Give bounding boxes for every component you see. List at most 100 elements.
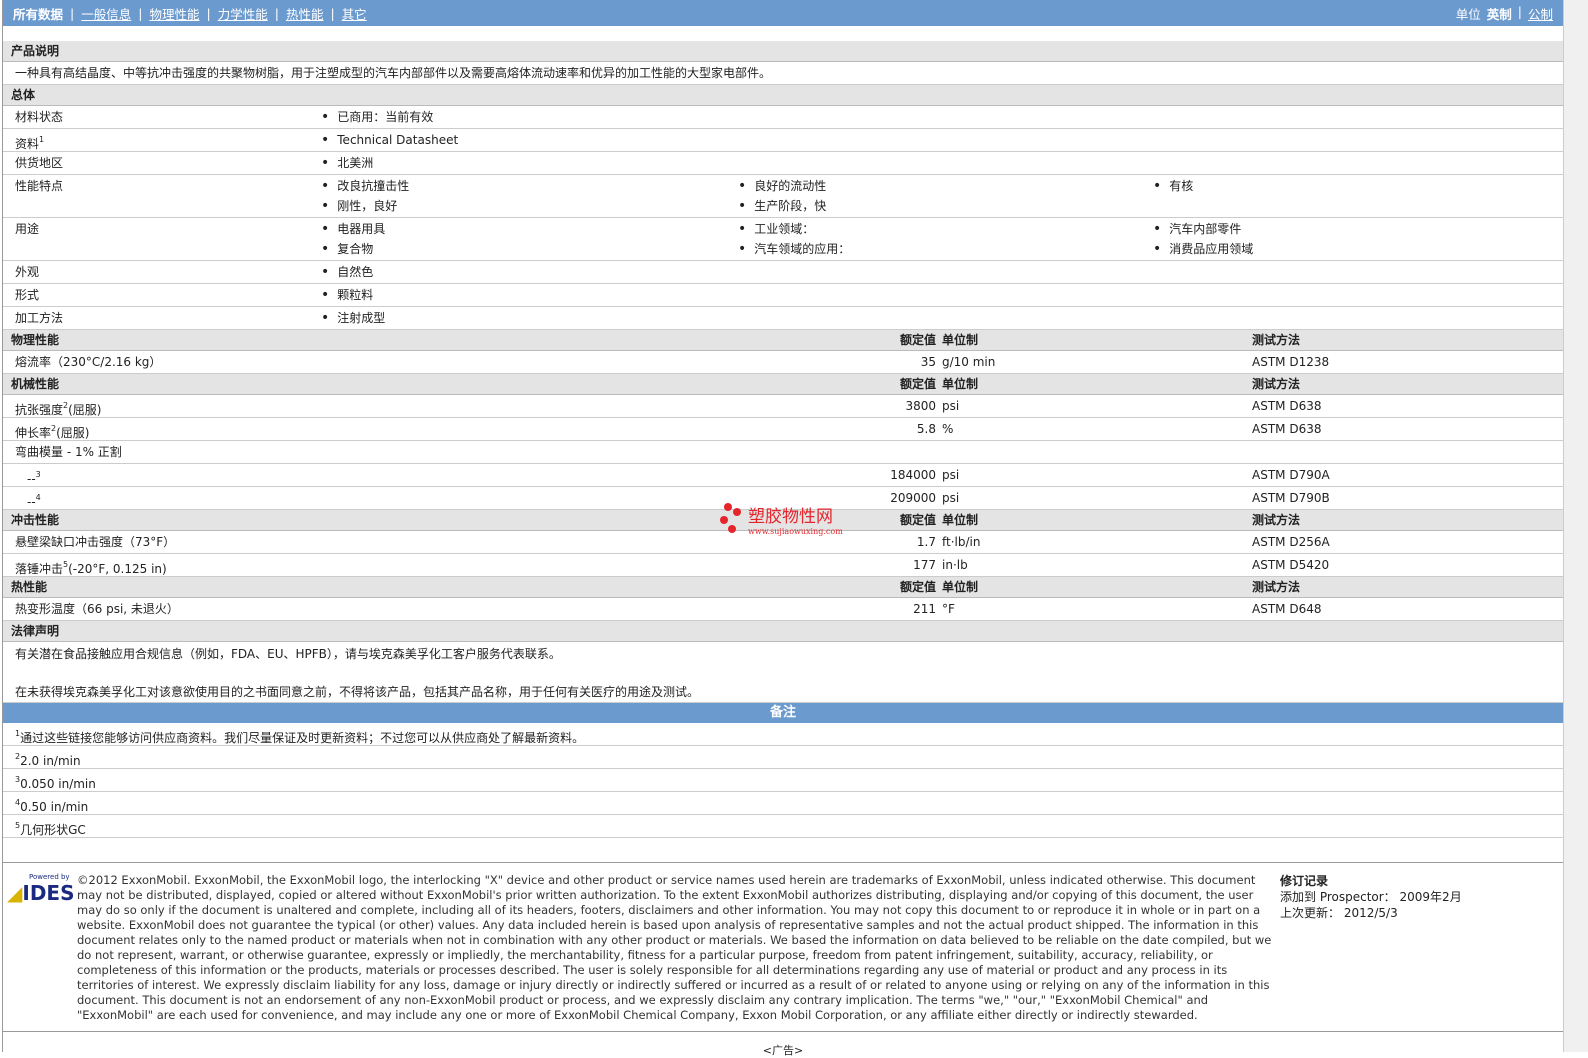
header-unit: 单位制 bbox=[942, 333, 979, 347]
revision-title: 修订记录 bbox=[1280, 874, 1329, 888]
header-test: 测试方法 bbox=[1252, 377, 1301, 391]
tab-5[interactable]: 其它 bbox=[342, 4, 367, 23]
label-text: 弯曲模量 - 1% 正割 bbox=[15, 445, 122, 459]
row-label: 材料状态 bbox=[15, 106, 63, 128]
item-text: 汽车内部零件 bbox=[1169, 222, 1242, 236]
row-item: 已商用：当前有效 bbox=[321, 106, 433, 128]
general-row: 用途 电器用具 工业领域： 汽车内部零件复合物 汽车领域的应用： 消费品应用领域 bbox=[3, 218, 1563, 261]
label-text: -- bbox=[27, 472, 36, 486]
ides-logo: Powered by ◢IDES bbox=[7, 873, 75, 905]
footnote-ref: 4 bbox=[35, 493, 41, 502]
header-test: 测试方法 bbox=[1252, 580, 1301, 594]
legal-line: 在未获得埃克森美孚化工对该意欲使用目的之书面同意之前，不得将该产品，包括其产品名… bbox=[15, 685, 700, 699]
row-item: 有核 bbox=[1153, 175, 1193, 197]
watermark-name: 塑胶物性网 bbox=[748, 507, 833, 527]
property-value: 1.7 bbox=[916, 535, 936, 549]
tab-3[interactable]: 力学性能 bbox=[218, 4, 268, 23]
item-text: 改良抗撞击性 bbox=[337, 179, 410, 193]
general-row: 加工方法 注射成型 bbox=[3, 307, 1563, 330]
row-item: 北美洲 bbox=[321, 152, 373, 174]
section-header: 热性能 额定值 单位制 测试方法 bbox=[3, 577, 1563, 598]
property-value: 177 bbox=[913, 558, 936, 572]
property-unit: psi bbox=[942, 468, 960, 482]
unit-sep: | bbox=[1517, 3, 1522, 19]
general-row: 材料状态 已商用：当前有效 bbox=[3, 106, 1563, 129]
unit-switch: 单位 英制 | 公制 bbox=[1456, 4, 1553, 23]
row-label-text: 外观 bbox=[15, 265, 40, 279]
property-unit: °F bbox=[942, 602, 955, 616]
item-text: 刚性，良好 bbox=[337, 199, 398, 213]
property-label: 热变形温度（66 psi, 未退火） bbox=[15, 598, 179, 620]
row-item: 良好的流动性 bbox=[738, 175, 826, 197]
row-label: 加工方法 bbox=[15, 307, 63, 329]
nav-separator: | bbox=[274, 5, 279, 21]
unit-metric[interactable]: 公制 bbox=[1528, 4, 1553, 23]
watermark: 塑胶物性网 www.sujiaowuxing.com bbox=[720, 502, 843, 536]
note-row: 40.50 in/min bbox=[3, 792, 1563, 815]
section-header-general: 总体 bbox=[3, 85, 1563, 106]
description-row: 一种具有高结晶度、中等抗冲击强度的共聚物树脂，用于注塑成型的汽车内部部件以及需要… bbox=[3, 62, 1563, 85]
item-text: 良好的流动性 bbox=[754, 179, 827, 193]
test-method: ASTM D638 bbox=[1252, 422, 1322, 436]
updated-value: 2012/5/3 bbox=[1343, 906, 1398, 920]
test-method: ASTM D790A bbox=[1252, 468, 1330, 482]
property-value: 184000 bbox=[890, 468, 936, 482]
property-unit: psi bbox=[942, 399, 960, 413]
test-method: ASTM D648 bbox=[1252, 602, 1322, 616]
row-item: 复合物 bbox=[321, 238, 373, 260]
row-label: 供货地区 bbox=[15, 152, 63, 174]
property-unit: in·lb bbox=[942, 558, 968, 572]
section-title: 物理性能 bbox=[11, 333, 60, 347]
row-label-text: 资料 bbox=[15, 137, 40, 151]
section-title: 冲击性能 bbox=[11, 513, 60, 527]
general-row: 资料1 Technical Datasheet bbox=[3, 129, 1563, 152]
ad-label: <广告> bbox=[762, 1044, 804, 1057]
property-unit: % bbox=[942, 422, 954, 436]
general-row: 供货地区 北美洲 bbox=[3, 152, 1563, 175]
row-label: 性能特点 bbox=[15, 175, 63, 197]
test-method: ASTM D256A bbox=[1252, 535, 1330, 549]
vertical-scrollbar[interactable] bbox=[1563, 0, 1588, 1052]
notes-header: 备注 bbox=[3, 703, 1563, 723]
item-text: 生产阶段，快 bbox=[754, 199, 827, 213]
item-text: 消费品应用领域 bbox=[1169, 242, 1254, 256]
unit-imperial[interactable]: 英制 bbox=[1487, 4, 1512, 23]
header-value: 额定值 bbox=[899, 580, 936, 594]
label-text: -- bbox=[27, 495, 36, 509]
note-row: 5几何形状GC bbox=[3, 815, 1563, 838]
header-unit: 单位制 bbox=[942, 377, 979, 391]
logo-text: IDES bbox=[22, 881, 75, 905]
note-text: 0.50 in/min bbox=[20, 800, 89, 814]
legal-line: 有关潜在食品接触应用合规信息（例如，FDA、EU、HPFB），请与埃克森美孚化工… bbox=[15, 647, 561, 661]
test-method: ASTM D638 bbox=[1252, 399, 1322, 413]
section-header: 机械性能 额定值 单位制 测试方法 bbox=[3, 374, 1563, 395]
row-item: 汽车内部零件 bbox=[1153, 218, 1241, 240]
row-label-text: 性能特点 bbox=[15, 179, 64, 193]
description-text: 一种具有高结晶度、中等抗冲击强度的共聚物树脂，用于注塑成型的汽车内部部件以及需要… bbox=[15, 66, 772, 80]
tab-0[interactable]: 所有数据 bbox=[13, 4, 63, 23]
header-unit: 单位制 bbox=[942, 513, 979, 527]
logo-powered: Powered by bbox=[29, 873, 70, 881]
note-text: 0.050 in/min bbox=[20, 777, 96, 791]
property-row: 弯曲模量 - 1% 正割 bbox=[3, 441, 1563, 464]
row-item: 改良抗撞击性 bbox=[321, 175, 409, 197]
tab-2[interactable]: 物理性能 bbox=[149, 4, 199, 23]
watermark-dots-icon bbox=[720, 503, 742, 535]
general-row: 性能特点 改良抗撞击性 良好的流动性 有核刚性，良好 生产阶段，快 bbox=[3, 175, 1563, 218]
item-text[interactable]: Technical Datasheet bbox=[337, 133, 458, 147]
row-item[interactable]: Technical Datasheet bbox=[321, 129, 458, 151]
item-text: 复合物 bbox=[337, 242, 374, 256]
nav-separator: | bbox=[70, 5, 75, 21]
property-value: 5.8 bbox=[916, 422, 936, 436]
added-label: 添加到 Prospector： bbox=[1280, 890, 1396, 904]
note-text: 通过这些链接您能够访问供应商资料。我们尽量保证及时更新资料；不过您可以从供应商处… bbox=[20, 731, 585, 745]
footnote-ref: 3 bbox=[35, 470, 41, 479]
tab-1[interactable]: 一般信息 bbox=[81, 4, 131, 23]
section-header: 物理性能 额定值 单位制 测试方法 bbox=[3, 330, 1563, 351]
header-unit: 单位制 bbox=[942, 580, 979, 594]
header-test: 测试方法 bbox=[1252, 513, 1301, 527]
item-text: 电器用具 bbox=[337, 222, 386, 236]
tab-4[interactable]: 热性能 bbox=[286, 4, 324, 23]
row-item: 自然色 bbox=[321, 261, 373, 283]
item-text: 已商用：当前有效 bbox=[337, 110, 434, 124]
